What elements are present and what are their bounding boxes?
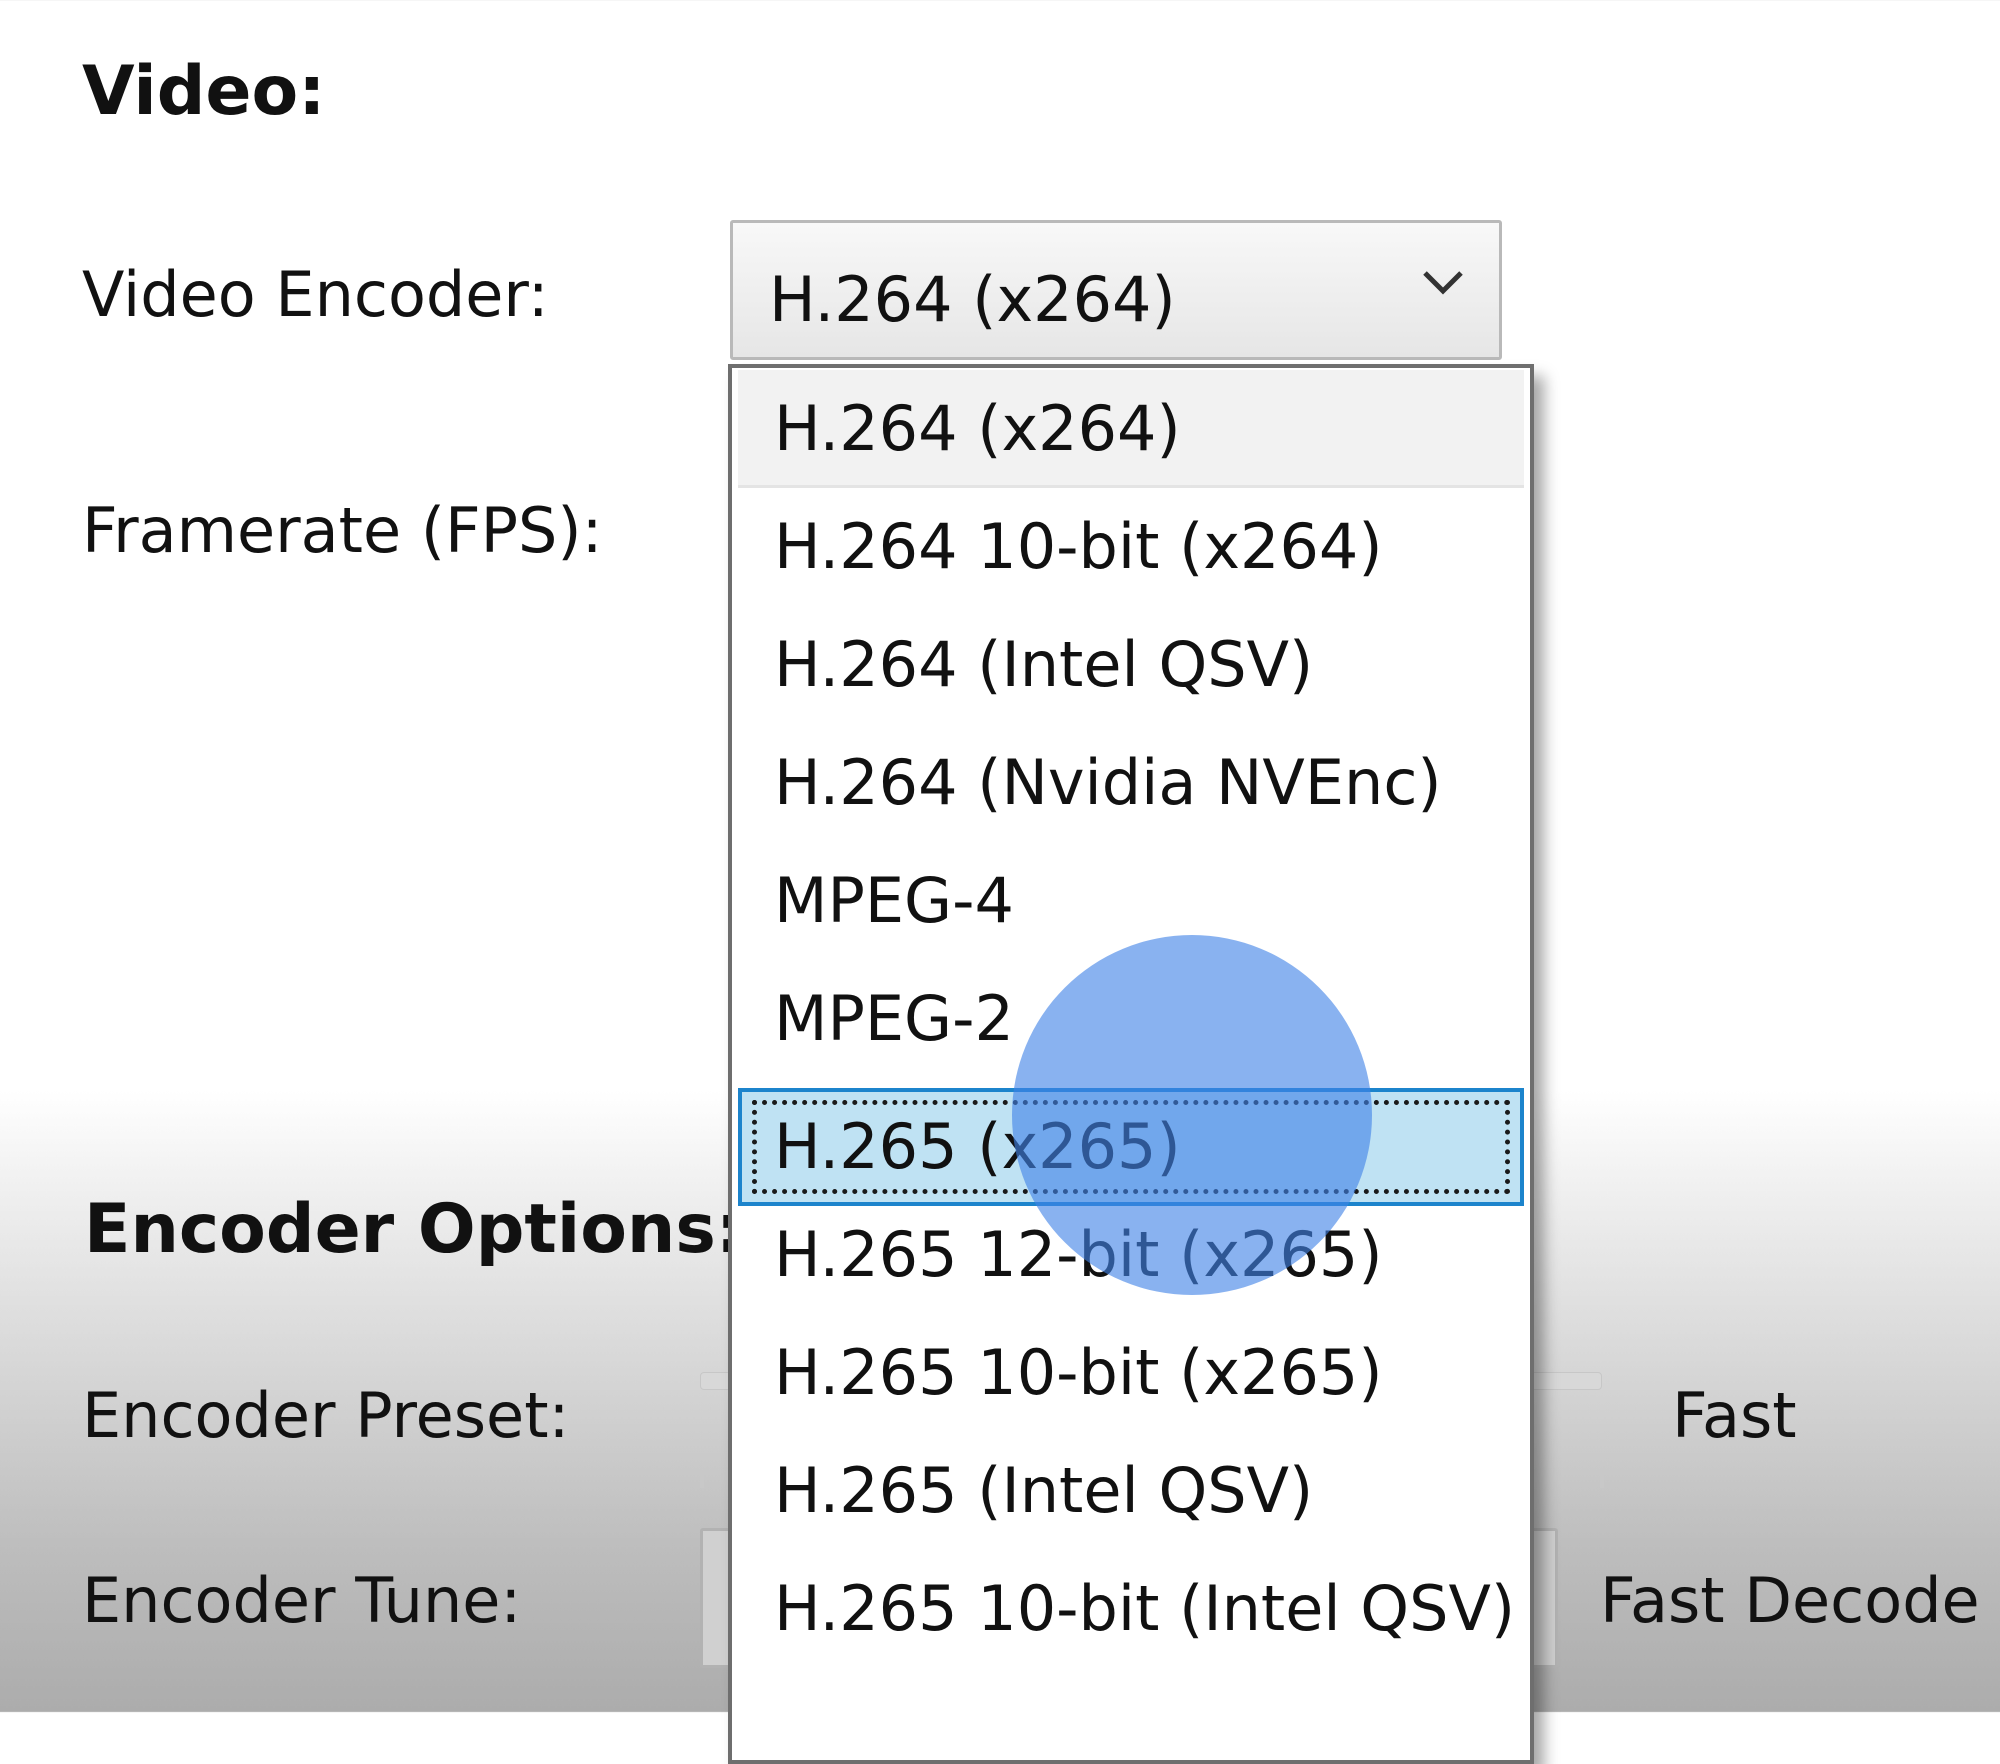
chevron-down-icon: [1423, 271, 1463, 295]
encoder-tune-value: Fast Decode: [1600, 1564, 1980, 1637]
video-encoder-combobox[interactable]: H.264 (x264): [730, 220, 1502, 360]
framerate-label: Framerate (FPS):: [82, 494, 603, 567]
dropdown-item-mpeg4[interactable]: MPEG-4: [738, 842, 1524, 960]
dropdown-item-h264-nvidia-nvenc[interactable]: H.264 (Nvidia NVEnc): [738, 724, 1524, 842]
dropdown-item-h265-intel-qsv[interactable]: H.265 (Intel QSV): [738, 1432, 1524, 1550]
dropdown-item-label: MPEG-2: [774, 982, 1014, 1055]
encoder-preset-value: Fast: [1672, 1379, 1797, 1452]
dropdown-item-h264-10bit-x264[interactable]: H.264 10-bit (x264): [738, 488, 1524, 606]
touch-indicator: [1012, 935, 1372, 1295]
dropdown-item-label: MPEG-4: [774, 864, 1014, 937]
dropdown-item-h265-10bit-intel-qsv[interactable]: H.265 10-bit (Intel QSV): [738, 1550, 1524, 1668]
dropdown-item-h264-intel-qsv[interactable]: H.264 (Intel QSV): [738, 606, 1524, 724]
video-encoder-label: Video Encoder:: [82, 258, 549, 331]
slider-tick: [700, 1470, 704, 1488]
encoder-preset-label: Encoder Preset:: [82, 1379, 570, 1452]
dropdown-item-h264-x264[interactable]: H.264 (x264): [738, 370, 1524, 488]
video-section-heading: Video:: [82, 52, 326, 131]
dropdown-item-label: H.264 10-bit (x264): [774, 510, 1383, 583]
dropdown-item-label: H.265 10-bit (Intel QSV): [774, 1572, 1516, 1645]
dropdown-item-h265-10bit-x265[interactable]: H.265 10-bit (x265): [738, 1314, 1524, 1432]
video-encoder-selected-value: H.264 (x264): [769, 263, 1176, 336]
dropdown-item-label: H.264 (Nvidia NVEnc): [774, 746, 1442, 819]
dropdown-item-label: H.264 (Intel QSV): [774, 628, 1314, 701]
encoder-options-heading: Encoder Options:: [84, 1190, 743, 1269]
encoder-tune-label: Encoder Tune:: [82, 1564, 522, 1637]
dropdown-item-label: H.264 (x264): [774, 392, 1181, 465]
slider-tick: [1600, 1470, 1604, 1488]
dropdown-item-label: H.265 (Intel QSV): [774, 1454, 1314, 1527]
dropdown-item-label: H.265 10-bit (x265): [774, 1336, 1383, 1409]
